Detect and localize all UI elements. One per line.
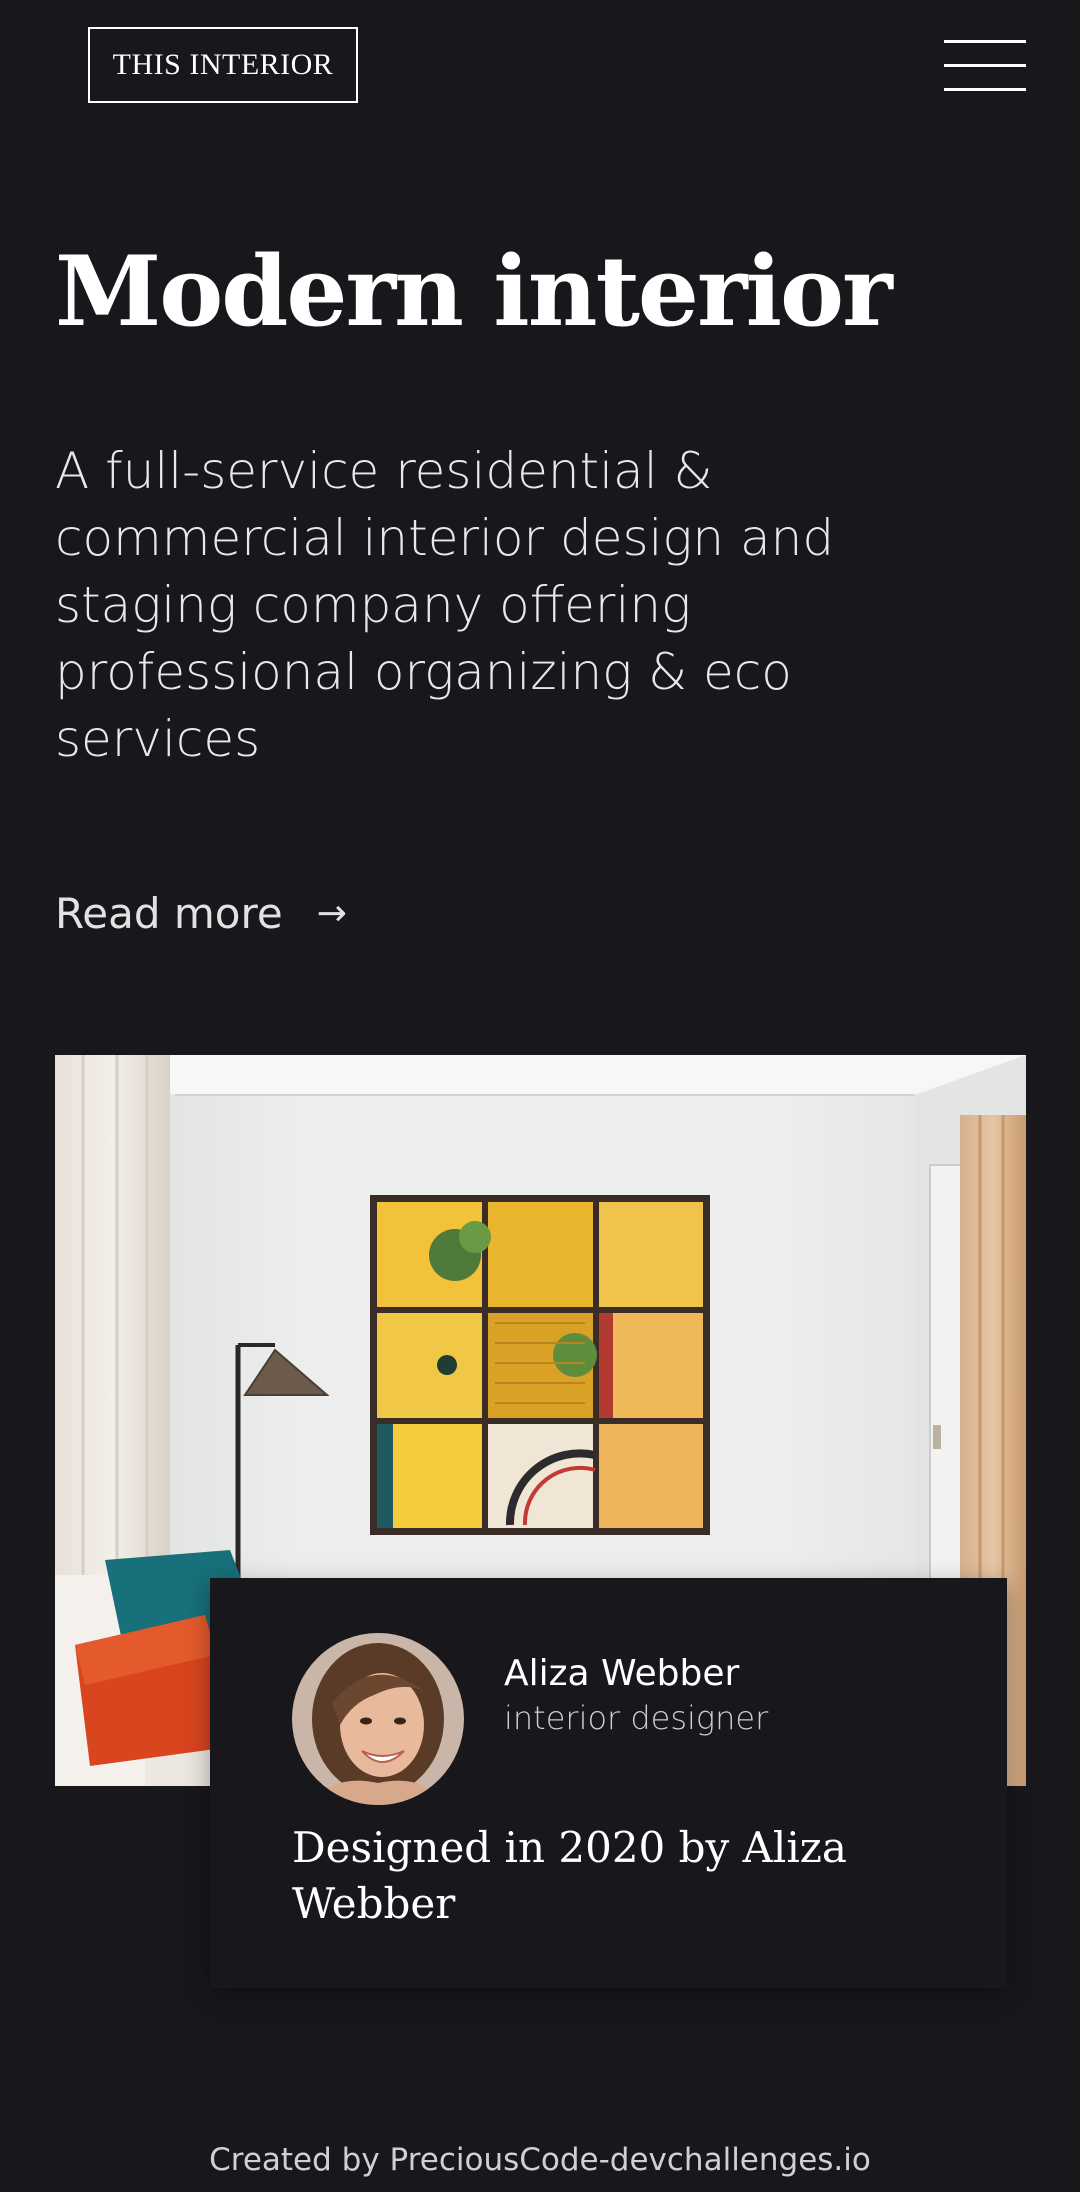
- menu-bar-middle: [944, 64, 1026, 67]
- author-name: Aliza Webber: [504, 1653, 740, 1694]
- page-title: Modern interior: [55, 235, 893, 348]
- design-caption: Designed in 2020 by Aliza Webber: [292, 1823, 847, 1928]
- menu-bar-top: [944, 40, 1026, 43]
- footer-credit[interactable]: Created by PreciousCode-devchallenges.io: [0, 2140, 1080, 2180]
- arrow-right-icon: →: [316, 893, 347, 934]
- author-role: interior designer: [504, 1699, 769, 1737]
- avatar: [292, 1633, 464, 1805]
- hamburger-menu-icon[interactable]: [944, 40, 1026, 92]
- logo[interactable]: THIS INTERIOR: [88, 27, 358, 103]
- hero-description: A full-service residential & commercial …: [55, 442, 835, 768]
- read-more-label: Read more: [55, 889, 283, 938]
- designer-card: Aliza Webber interior designer Designed …: [210, 1578, 1007, 1988]
- read-more-link[interactable]: Read more →: [55, 884, 347, 944]
- menu-bar-bottom: [944, 88, 1026, 91]
